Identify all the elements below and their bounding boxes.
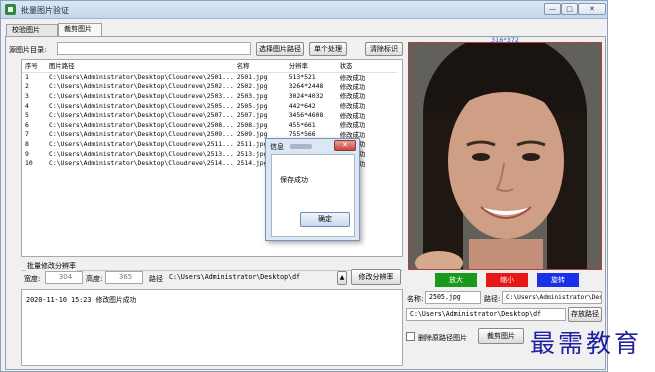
- cell-path: C:\Users\Administrator\Desktop\Cloudreve…: [49, 111, 234, 120]
- dialog-title: 信息: [270, 143, 284, 151]
- cell-path: C:\Users\Administrator\Desktop\Cloudreve…: [49, 159, 234, 168]
- cell-resolution: 3264*2448: [288, 82, 324, 91]
- cell-index: 3: [25, 91, 29, 100]
- batch-group-title: 批量修改分辨率: [26, 261, 77, 271]
- window-title: 批量图片验证: [21, 6, 69, 15]
- cell-name: 2508.jpg: [236, 120, 268, 129]
- cell-resolution: 442*642: [288, 101, 316, 110]
- rotate-button[interactable]: 旋转: [537, 273, 579, 287]
- table-row[interactable]: 6 C:\Users\Administrator\Desktop\Cloudrev…: [22, 120, 397, 130]
- triangle-up-icon: ▲: [339, 274, 345, 281]
- cell-path: C:\Users\Administrator\Desktop\Cloudreve…: [49, 149, 234, 158]
- cell-path: C:\Users\Administrator\Desktop\Cloudreve…: [49, 73, 234, 82]
- title-bar: 批量图片验证 — □ ✕: [1, 1, 607, 19]
- image-preview[interactable]: [408, 42, 602, 270]
- portrait-photo: [409, 43, 601, 269]
- col-header-status[interactable]: 状态: [336, 60, 397, 73]
- file-name-label: 名称:: [407, 295, 424, 303]
- source-dir-label: 源图片目录:: [9, 46, 47, 54]
- height-label: 高度:: [86, 275, 103, 283]
- cell-index: 2: [25, 82, 29, 91]
- table-row[interactable]: 1 C:\Users\Administrator\Desktop\Cloudrev…: [22, 72, 397, 82]
- cell-name: 2501.jpg: [236, 73, 268, 82]
- cell-path: C:\Users\Administrator\Desktop\Cloudreve…: [49, 130, 234, 139]
- tab-crop-images[interactable]: 裁剪图片: [58, 23, 102, 36]
- table-header-row: 序号 图片路径 名称 分辨率 状态: [22, 60, 397, 73]
- cell-resolution: 3024*4032: [288, 91, 324, 100]
- path-label: 路径: [149, 275, 163, 283]
- browse-path-button[interactable]: ▲: [337, 271, 347, 285]
- col-header-resolution[interactable]: 分辨率: [285, 60, 337, 73]
- cell-path: C:\Users\Administrator\Desktop\Cloudreve…: [49, 139, 234, 148]
- watermark-text: 最需教育: [530, 329, 643, 358]
- dialog-close-button[interactable]: ✕: [334, 140, 356, 151]
- cell-name: 2505.jpg: [236, 101, 268, 110]
- col-header-index[interactable]: 序号: [22, 60, 46, 73]
- maximize-button[interactable]: □: [561, 3, 578, 15]
- cell-resolution: 3456*4608: [288, 111, 324, 120]
- file-path-label: 路径:: [484, 295, 501, 303]
- col-header-name[interactable]: 名称: [233, 60, 286, 73]
- minimize-button[interactable]: —: [544, 3, 561, 15]
- crop-image-button[interactable]: 裁剪图片: [478, 328, 524, 344]
- cell-name: 2503.jpg: [236, 91, 268, 100]
- cell-path: C:\Users\Administrator\Desktop\Cloudreve…: [49, 82, 234, 91]
- cell-resolution: 455*661: [288, 120, 316, 129]
- cell-index: 1: [25, 73, 29, 82]
- cell-name: 2507.jpg: [236, 111, 268, 120]
- cell-path: C:\Users\Administrator\Desktop\Cloudreve…: [49, 101, 234, 110]
- clear-marks-button[interactable]: 清除标识: [365, 42, 403, 56]
- table-row[interactable]: 3 C:\Users\Administrator\Desktop\Cloudrev…: [22, 91, 397, 101]
- app-icon: [5, 4, 16, 15]
- table-row[interactable]: 2 C:\Users\Administrator\Desktop\Cloudrev…: [22, 82, 397, 92]
- output-path-field[interactable]: C:\Users\Administrator\Desktop\df: [165, 271, 335, 284]
- cell-status: 修改成功: [339, 82, 366, 91]
- file-path-field[interactable]: C:\Users\Administrator\Desk: [502, 291, 602, 304]
- table-row[interactable]: 5 C:\Users\Administrator\Desktop\Cloudrev…: [22, 110, 397, 120]
- cell-name: 2502.jpg: [236, 82, 268, 91]
- cell-path: C:\Users\Administrator\Desktop\Cloudreve…: [49, 120, 234, 129]
- cell-index: 6: [25, 120, 29, 129]
- zoom-out-button[interactable]: 缩小: [486, 273, 528, 287]
- cell-index: 8: [25, 139, 29, 148]
- cell-status: 修改成功: [339, 102, 366, 111]
- cell-index: 9: [25, 149, 29, 158]
- cell-resolution: 513*521: [288, 73, 316, 82]
- table-row[interactable]: 4 C:\Users\Administrator\Desktop\Cloudrev…: [22, 101, 397, 111]
- zoom-in-button[interactable]: 放大: [435, 273, 477, 287]
- source-dir-field[interactable]: [57, 42, 251, 55]
- cell-status: 修改成功: [339, 111, 366, 120]
- cell-path: C:\Users\Administrator\Desktop\Cloudreve…: [49, 91, 234, 100]
- cell-status: 修改成功: [339, 73, 366, 82]
- close-button[interactable]: ✕: [578, 3, 606, 15]
- file-name-field[interactable]: 2505.jpg: [425, 291, 481, 304]
- dialog-ok-button[interactable]: 确定: [300, 212, 350, 227]
- dialog-message: 保存成功: [280, 176, 308, 184]
- save-path-button[interactable]: 存放路径: [568, 307, 602, 322]
- col-header-path[interactable]: 图片路径: [46, 60, 234, 73]
- save-path-field[interactable]: C:\Users\Administrator\Desktop\df: [406, 308, 566, 321]
- dialog-body: 保存成功 确定: [271, 154, 355, 237]
- apply-resolution-button[interactable]: 修改分辨率: [351, 269, 401, 285]
- log-output[interactable]: 2020-11-10 15:23 修改图片成功: [21, 289, 403, 366]
- cell-index: 7: [25, 130, 29, 139]
- tab-verify-images[interactable]: 校验图片: [6, 24, 58, 36]
- log-line: 2020-11-10 15:23 修改图片成功: [26, 296, 137, 304]
- dialog-title-extra: [290, 144, 312, 149]
- width-input[interactable]: 304: [45, 271, 83, 284]
- cell-index: 4: [25, 101, 29, 110]
- single-process-button[interactable]: 单个处理: [309, 42, 347, 56]
- info-dialog: 信息 ✕ 保存成功 确定: [265, 138, 360, 241]
- delete-original-checkbox[interactable]: [406, 332, 415, 341]
- cell-index: 10: [25, 159, 33, 168]
- width-label: 宽度:: [24, 275, 41, 283]
- height-input[interactable]: 365: [105, 271, 143, 284]
- cell-status: 修改成功: [339, 92, 366, 101]
- delete-original-label: 删除原路径图片: [418, 334, 467, 342]
- cell-index: 5: [25, 111, 29, 120]
- select-path-button[interactable]: 选择图片路径: [256, 42, 304, 56]
- cell-status: 修改成功: [339, 121, 366, 130]
